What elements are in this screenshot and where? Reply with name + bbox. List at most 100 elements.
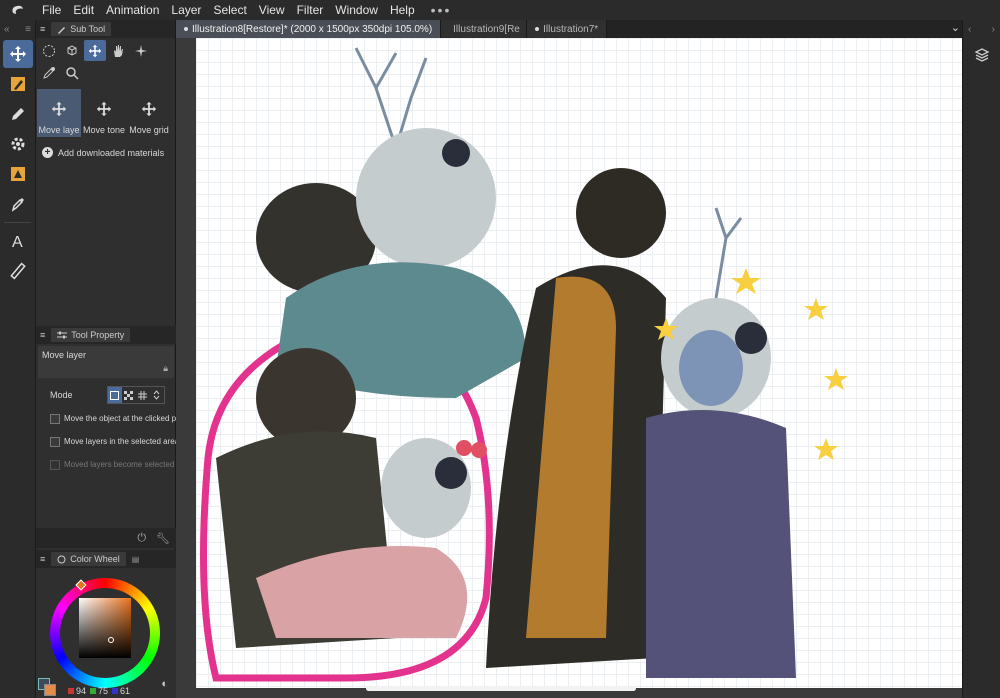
subtool-move-grid-label: Move grid bbox=[129, 125, 169, 135]
canvas-area[interactable] bbox=[176, 38, 962, 698]
color-picker-cursor[interactable] bbox=[108, 637, 114, 643]
menu-help[interactable]: Help bbox=[384, 3, 421, 17]
svg-text:A: A bbox=[12, 234, 23, 250]
tab-illustration9[interactable]: Illustration9[Re bbox=[441, 20, 528, 38]
option-move-selected-area[interactable]: Move layers in the selected area bbox=[36, 430, 176, 453]
option-move-clicked-object[interactable]: Move the object at the clicked pos bbox=[36, 407, 176, 430]
tool-property-footer: ⏻ 🔧︎ bbox=[36, 528, 176, 548]
option-label: Moved layers become selected bbox=[64, 460, 175, 469]
toolbar-divider bbox=[4, 222, 31, 223]
tool-decoration-button[interactable] bbox=[3, 130, 33, 158]
tab-illustration8[interactable]: Illustration8[Restore]* (2000 x 1500px 3… bbox=[176, 20, 442, 38]
add-downloaded-materials-label: Add downloaded materials bbox=[58, 147, 165, 158]
mode-layer-button[interactable] bbox=[107, 387, 122, 403]
more-menu-button[interactable]: ••• bbox=[431, 2, 452, 18]
horizontal-scrollbar[interactable] bbox=[366, 686, 636, 691]
lock-icon[interactable]: 🔒︎ bbox=[163, 363, 168, 374]
checkbox bbox=[50, 459, 60, 470]
mode-dropdown-button[interactable] bbox=[150, 387, 164, 403]
subtool-move-tone[interactable]: Move tone bbox=[82, 89, 126, 137]
add-downloaded-materials-button[interactable]: + Add downloaded materials bbox=[36, 137, 175, 168]
collapse-right-icon[interactable]: › bbox=[992, 24, 995, 35]
subtool-group-hand[interactable] bbox=[107, 40, 129, 61]
drawing-canvas[interactable] bbox=[196, 38, 962, 688]
tool-pencil-button[interactable] bbox=[3, 100, 33, 128]
mode-selector bbox=[106, 386, 165, 404]
tool-move-button[interactable] bbox=[3, 40, 33, 68]
tab-dot bbox=[535, 27, 540, 31]
menu-file[interactable]: File bbox=[36, 3, 67, 17]
tool-pen-button[interactable] bbox=[3, 70, 33, 98]
subtool-group-3d[interactable] bbox=[61, 40, 83, 61]
wrench-icon[interactable]: 🔧︎ bbox=[156, 532, 170, 545]
layer-panel-button[interactable] bbox=[968, 42, 996, 68]
main-color-swatch[interactable] bbox=[44, 684, 56, 696]
collapse-left-icon[interactable]: « bbox=[4, 24, 10, 35]
subtool-tab[interactable]: Sub Tool bbox=[51, 22, 112, 36]
menu-layer[interactable]: Layer bbox=[165, 3, 207, 17]
document-tab-bar: Illustration8[Restore]* (2000 x 1500px 3… bbox=[176, 20, 962, 38]
menu-animation[interactable]: Animation bbox=[100, 3, 165, 17]
dropper-pen-icon bbox=[11, 198, 24, 212]
checkbox[interactable] bbox=[50, 413, 60, 424]
menu-select[interactable]: Select bbox=[207, 3, 252, 17]
checker-icon bbox=[124, 390, 134, 400]
gear-icon bbox=[11, 137, 25, 151]
subtool-group-magic[interactable] bbox=[130, 40, 152, 61]
saturation-value-square[interactable] bbox=[79, 598, 131, 658]
subtool-panel-title: Sub Tool bbox=[70, 24, 106, 34]
color-wheel-tab-icon bbox=[57, 555, 66, 563]
subtool-tiles: Move laye Move tone Move grid bbox=[36, 89, 175, 137]
tab-illustration7[interactable]: Illustration7* bbox=[527, 20, 608, 38]
checkbox[interactable] bbox=[50, 436, 60, 447]
menu-window[interactable]: Window bbox=[329, 3, 384, 17]
rgb-readout: 94 75 61 bbox=[68, 686, 130, 696]
mode-label: Mode bbox=[50, 390, 73, 400]
menu-view[interactable]: View bbox=[253, 3, 291, 17]
tool-ruler-button[interactable] bbox=[3, 257, 33, 285]
color-set-tab-icon[interactable]: ▤ bbox=[132, 555, 140, 564]
subtool-move-tone-label: Move tone bbox=[82, 125, 126, 135]
text-icon: A bbox=[12, 234, 23, 250]
subtool-group-move[interactable] bbox=[84, 40, 106, 61]
hue-ring[interactable] bbox=[50, 578, 160, 688]
subtool-panel-header: ≡ Sub Tool bbox=[36, 20, 175, 38]
tool-blend-button[interactable] bbox=[3, 190, 33, 218]
subtool-group-zoom[interactable] bbox=[61, 62, 83, 83]
panel-menu-icon[interactable]: ≡ bbox=[40, 330, 45, 340]
menu-filter[interactable]: Filter bbox=[291, 3, 330, 17]
sliders-icon bbox=[57, 331, 68, 339]
layer-square-icon bbox=[110, 390, 120, 400]
color-wheel-tab[interactable]: Color Wheel bbox=[51, 552, 126, 566]
artwork-illustration[interactable] bbox=[196, 38, 962, 688]
app-logo-icon[interactable] bbox=[0, 3, 36, 17]
pencil-icon bbox=[12, 108, 24, 120]
tab-label: Illustration8[Restore]* (2000 x 1500px 3… bbox=[192, 23, 433, 35]
mode-tone-button[interactable] bbox=[122, 387, 136, 403]
tool-fill-button[interactable] bbox=[3, 160, 33, 188]
subtool-group-selection[interactable] bbox=[38, 40, 60, 61]
toolbar-header: « ≡ bbox=[0, 20, 35, 38]
color-wheel-header: ≡ Color Wheel ▤ bbox=[36, 550, 176, 568]
subtool-tab-icon bbox=[58, 26, 66, 34]
subtool-move-grid[interactable]: Move grid bbox=[127, 89, 171, 137]
subtool-group-eyedropper[interactable] bbox=[38, 62, 60, 83]
expand-left-icon[interactable]: ‹ bbox=[968, 24, 971, 35]
subtool-move-layer[interactable]: Move laye bbox=[37, 89, 81, 137]
panel-menu-icon[interactable]: ≡ bbox=[40, 554, 45, 564]
tool-property-tab[interactable]: Tool Property bbox=[51, 328, 131, 342]
right-panel-bar: ‹ › bbox=[962, 20, 1000, 698]
lasso-icon bbox=[43, 44, 55, 57]
panel-menu-icon[interactable]: ≡ bbox=[25, 24, 31, 35]
menu-edit[interactable]: Edit bbox=[67, 3, 100, 17]
mode-grid-button[interactable] bbox=[136, 387, 150, 403]
magic-wand-icon bbox=[135, 44, 147, 57]
tab-label: Illustration7* bbox=[543, 23, 599, 35]
move-icon bbox=[88, 44, 102, 57]
tool-text-button[interactable]: A bbox=[3, 227, 33, 255]
hue-marker[interactable] bbox=[75, 579, 87, 591]
transparent-toggle-icon[interactable]: ◐ bbox=[161, 678, 168, 690]
chevron-down-icon[interactable]: ⌄ bbox=[951, 21, 960, 34]
reset-icon[interactable]: ⏻ bbox=[137, 532, 146, 545]
panel-menu-icon[interactable]: ≡ bbox=[40, 24, 45, 34]
